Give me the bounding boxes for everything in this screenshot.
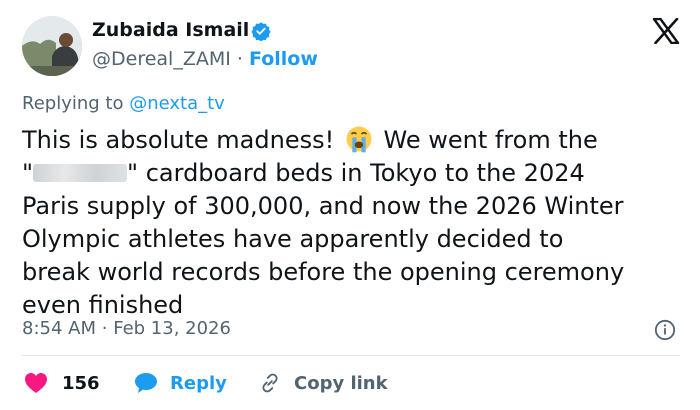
follow-button[interactable]: Follow [249, 48, 318, 70]
replying-prefix: Replying to [22, 93, 130, 114]
tweet-time: 8:54 AM [22, 318, 96, 339]
tweet-text-part1: This is absolute madness! [22, 126, 335, 154]
handle-row: @Dereal_ZAMI · Follow [92, 48, 318, 70]
speech-bubble-icon [135, 373, 157, 393]
reply-label: Reply [170, 372, 227, 394]
heart-icon [25, 373, 47, 393]
avatar[interactable] [22, 16, 82, 76]
loudly-crying-face-icon [346, 126, 372, 153]
author-name[interactable]: Zubaida Ismail [92, 19, 249, 41]
tweet-card: Zubaida Ismail @Dereal_ZAMI · Follow Rep… [0, 0, 700, 410]
x-logo-icon[interactable] [652, 18, 680, 44]
tweet-text: This is absolute madness! We went from t… [22, 124, 687, 322]
divider [22, 355, 680, 356]
action-bar: 156 Reply Copy link [22, 370, 682, 396]
replying-mention-link[interactable]: @nexta_tv [129, 93, 225, 114]
tweet-timestamp[interactable]: 8:54 AM · Feb 13, 2026 [22, 318, 231, 339]
timestamp-separator: · [101, 318, 108, 339]
copy-link-label: Copy link [294, 372, 388, 394]
avatar-photo [22, 16, 82, 76]
handle-separator: · [236, 48, 243, 70]
tweet-date: Feb 13, 2026 [113, 318, 231, 339]
info-icon[interactable] [654, 319, 676, 341]
link-icon [262, 373, 278, 393]
tweet-text-part3: " cardboard beds in Tokyo to the 2024 Pa… [22, 159, 625, 319]
author-handle[interactable]: @Dereal_ZAMI [92, 48, 231, 70]
copy-link-button[interactable]: Copy link [258, 370, 388, 396]
replying-to: Replying to @nexta_tv [22, 93, 225, 114]
redacted-word-blur [33, 164, 128, 182]
verified-badge-icon [251, 22, 271, 41]
like-button[interactable]: 156 [24, 370, 100, 396]
like-count: 156 [62, 372, 100, 394]
reply-button[interactable]: Reply [134, 370, 227, 396]
